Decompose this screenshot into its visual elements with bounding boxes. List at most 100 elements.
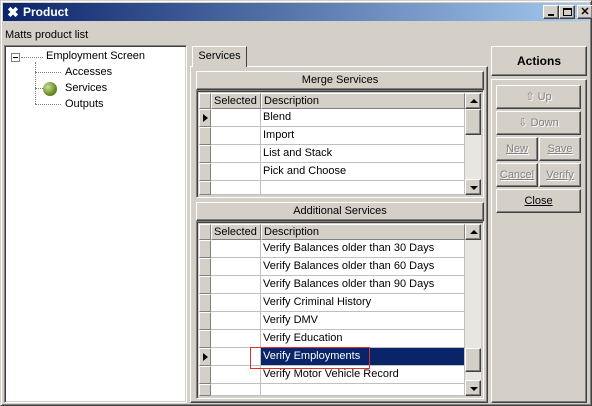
tree-item-employment-screen[interactable]: Employment Screen	[46, 50, 145, 62]
down-button-label: Down	[530, 117, 559, 129]
up-button-label: Up	[537, 91, 552, 103]
x-icon: ✖	[7, 4, 19, 20]
save-button[interactable]: Save	[539, 137, 581, 161]
cancel-button-label: Cancel	[499, 169, 535, 181]
row-indicator[interactable]	[199, 181, 211, 195]
cancel-button[interactable]: Cancel	[496, 163, 538, 187]
grid-corner	[199, 93, 211, 109]
row-indicator[interactable]	[199, 366, 211, 384]
new-button[interactable]: New	[496, 137, 538, 161]
verify-button-label: Verify	[546, 169, 574, 181]
tree-connector	[35, 72, 61, 73]
scroll-up-button[interactable]	[465, 93, 481, 109]
selected-cell[interactable]	[211, 240, 261, 258]
up-button[interactable]: ⇧ Up	[496, 85, 581, 109]
down-arrow-icon	[470, 387, 478, 391]
description-cell[interactable]: Verify DMV	[261, 312, 465, 330]
additional-services-scrollbar[interactable]	[465, 224, 481, 396]
row-indicator[interactable]	[199, 294, 211, 312]
tab-services[interactable]: Services	[192, 46, 247, 67]
current-row-arrow-icon	[203, 353, 208, 361]
description-cell[interactable]: Verify Balances older than 90 Days	[261, 276, 465, 294]
description-cell[interactable]: Verify Balances older than 30 Days	[261, 240, 465, 258]
description-cell[interactable]: Verify Education	[261, 330, 465, 348]
description-cell[interactable]: Blend	[261, 109, 465, 127]
description-cell[interactable]: Verify Balances older than 60 Days	[261, 258, 465, 276]
minimize-button[interactable]	[543, 5, 559, 19]
close-icon: ✕	[580, 6, 590, 18]
description-cell[interactable]: Verify Criminal History	[261, 294, 465, 312]
selected-cell[interactable]	[211, 181, 261, 195]
row-indicator[interactable]	[199, 276, 211, 294]
row-indicator[interactable]	[199, 258, 211, 276]
down-arrow-icon: ⇩	[518, 117, 528, 129]
title-bar[interactable]: ✖ Product ✕	[3, 3, 592, 21]
minimize-icon	[548, 14, 554, 16]
selected-cell[interactable]	[211, 294, 261, 312]
tree-connector	[35, 62, 36, 104]
down-button[interactable]: ⇩ Down	[496, 111, 581, 135]
row-indicator[interactable]	[199, 109, 211, 127]
close-window-button[interactable]: ✕	[577, 5, 592, 19]
selected-cell[interactable]	[211, 163, 261, 181]
row-indicator[interactable]	[199, 127, 211, 145]
scroll-thumb[interactable]	[465, 348, 481, 372]
selected-cell[interactable]	[211, 330, 261, 348]
row-indicator[interactable]	[199, 312, 211, 330]
merge-services-scrollbar[interactable]	[465, 93, 481, 195]
scroll-down-button[interactable]	[465, 179, 481, 195]
down-arrow-icon	[470, 186, 478, 190]
window-title: Product	[23, 5, 69, 19]
scroll-down-button[interactable]	[465, 380, 481, 396]
description-column-header[interactable]: Description	[261, 224, 465, 240]
description-cell[interactable]	[261, 181, 465, 195]
tree-connector	[35, 88, 43, 89]
selected-cell[interactable]	[211, 258, 261, 276]
scroll-thumb[interactable]	[465, 109, 481, 135]
row-indicator[interactable]	[199, 348, 211, 366]
row-indicator[interactable]	[199, 163, 211, 181]
selected-cell[interactable]	[211, 366, 261, 384]
actions-title: Actions	[491, 46, 587, 76]
selected-cell[interactable]	[211, 127, 261, 145]
selected-column-header[interactable]: Selected	[211, 224, 261, 240]
tree-item-accesses[interactable]: Accesses	[65, 66, 112, 78]
description-cell[interactable]	[261, 384, 465, 396]
row-indicator[interactable]	[199, 240, 211, 258]
additional-services-header: Additional Services	[196, 202, 484, 221]
product-list-label: Matts product list	[5, 29, 89, 41]
maximize-button[interactable]	[559, 5, 575, 19]
selected-column-header[interactable]: Selected	[211, 93, 261, 109]
selected-cell[interactable]	[211, 145, 261, 163]
description-column-header[interactable]: Description	[261, 93, 465, 109]
up-arrow-icon	[470, 99, 478, 103]
tree-connector	[35, 104, 61, 105]
description-cell-selected[interactable]: Verify Employments	[261, 348, 465, 366]
selected-cell[interactable]	[211, 109, 261, 127]
description-cell[interactable]: Verify Motor Vehicle Record	[261, 366, 465, 384]
collapse-icon[interactable]	[11, 53, 20, 62]
selected-cell[interactable]	[211, 384, 261, 396]
tree-item-services[interactable]: Services	[65, 82, 107, 94]
description-cell[interactable]: Pick and Choose	[261, 163, 465, 181]
product-tree[interactable]: Employment Screen Accesses Services Outp…	[4, 45, 187, 403]
current-row-arrow-icon	[203, 114, 208, 122]
tree-item-outputs[interactable]: Outputs	[65, 98, 104, 110]
close-button-label: Close	[524, 195, 553, 207]
up-arrow-icon	[470, 230, 478, 234]
row-indicator[interactable]	[199, 384, 211, 396]
selected-cell[interactable]	[211, 312, 261, 330]
selected-cell[interactable]	[211, 348, 261, 366]
description-cell[interactable]: List and Stack	[261, 145, 465, 163]
additional-services-grid[interactable]: Selected Description Verify Balances old…	[196, 221, 484, 399]
description-cell[interactable]: Import	[261, 127, 465, 145]
row-indicator[interactable]	[199, 145, 211, 163]
merge-services-grid[interactable]: Selected Description Blend Import List a…	[196, 90, 484, 198]
verify-button[interactable]: Verify	[539, 163, 581, 187]
scroll-up-button[interactable]	[465, 224, 481, 240]
row-indicator[interactable]	[199, 330, 211, 348]
tree-connector	[21, 57, 43, 58]
close-button[interactable]: Close	[496, 189, 581, 213]
grid-corner	[199, 224, 211, 240]
selected-cell[interactable]	[211, 276, 261, 294]
